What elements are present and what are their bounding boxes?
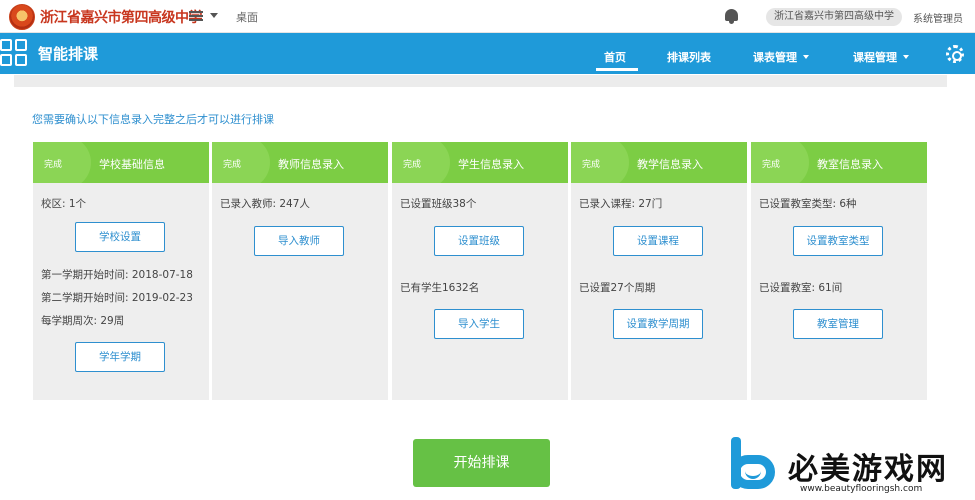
card-classroom-info: 完成 教室信息录入 已设置教室类型: 6种 设置教室类型 已设置教室: 61间 …	[751, 142, 927, 400]
chevron-down-icon	[803, 55, 809, 59]
student-count: 已有学生1632名	[400, 282, 480, 294]
set-teaching-cycle-button[interactable]: 设置教学周期	[613, 309, 703, 339]
status-badge: 完成	[403, 160, 422, 170]
menu-list-icon[interactable]	[189, 9, 205, 23]
status-badge: 完成	[762, 160, 781, 170]
card-title: 学校基础信息	[99, 158, 165, 171]
nav-timetable-management[interactable]: 课表管理	[753, 49, 809, 65]
import-students-button[interactable]: 导入学生	[434, 309, 524, 339]
content-header-strip	[14, 75, 947, 87]
card-teacher-info: 完成 教师信息录入 已录入教师: 247人 导入教师	[212, 142, 388, 400]
card-title: 教室信息录入	[817, 158, 883, 171]
gear-icon[interactable]	[946, 45, 964, 63]
nav-course-label: 课程管理	[853, 51, 897, 64]
chevron-down-icon[interactable]	[210, 13, 218, 18]
set-classes-button[interactable]: 设置班级	[434, 226, 524, 256]
set-courses-button[interactable]: 设置课程	[613, 226, 703, 256]
import-teachers-button[interactable]: 导入教师	[254, 226, 344, 256]
second-term-start: 第二学期开始时间: 2019-02-23	[41, 292, 193, 304]
card-header: 完成 教室信息录入	[751, 142, 927, 183]
school-settings-button[interactable]: 学校设置	[75, 222, 165, 252]
first-term-start: 第一学期开始时间: 2018-07-18	[41, 269, 193, 281]
set-classroom-types-button[interactable]: 设置教室类型	[793, 226, 883, 256]
watermark-url: www.beautyflooringsh.com	[800, 484, 923, 494]
status-badge: 完成	[223, 160, 242, 170]
status-badge: 完成	[44, 160, 63, 170]
school-selector[interactable]: 浙江省嘉兴市第四高级中学	[766, 8, 902, 26]
card-header: 完成 教学信息录入	[571, 142, 747, 183]
app-grid-icon	[0, 39, 28, 67]
user-menu[interactable]: 系统管理员	[913, 10, 963, 25]
teacher-count: 已录入教师: 247人	[220, 198, 310, 210]
school-logo	[9, 4, 35, 30]
nav-home[interactable]: 首页	[604, 49, 626, 65]
card-title: 教学信息录入	[637, 158, 703, 171]
weeks-per-term: 每学期周次: 29周	[41, 315, 125, 327]
class-count: 已设置班级38个	[400, 198, 477, 210]
watermark-logo	[727, 437, 777, 489]
nav-course-management[interactable]: 课程管理	[853, 49, 909, 65]
school-name: 浙江省嘉兴市第四高级中学	[40, 10, 203, 26]
card-header: 完成 学生信息录入	[392, 142, 568, 183]
card-title: 学生信息录入	[458, 158, 524, 171]
desktop-link[interactable]: 桌面	[236, 9, 258, 25]
chevron-down-icon	[903, 55, 909, 59]
main-nav-bar	[0, 33, 975, 74]
card-student-info: 完成 学生信息录入 已设置班级38个 设置班级 已有学生1632名 导入学生	[392, 142, 568, 400]
nav-active-indicator	[596, 68, 638, 71]
card-school-basic-info: 完成 学校基础信息 校区: 1个 学校设置 第一学期开始时间: 2018-07-…	[33, 142, 209, 400]
classroom-type-count: 已设置教室类型: 6种	[759, 198, 857, 210]
course-count: 已录入课程: 27门	[579, 198, 663, 210]
bell-icon[interactable]	[724, 8, 739, 24]
start-scheduling-button[interactable]: 开始排课	[413, 439, 550, 487]
nav-schedule-list[interactable]: 排课列表	[667, 49, 711, 65]
notice-text: 您需要确认以下信息录入完整之后才可以进行排课	[32, 113, 274, 126]
nav-timetable-label: 课表管理	[753, 51, 797, 64]
card-header: 完成 教师信息录入	[212, 142, 388, 183]
top-bar: 浙江省嘉兴市第四高级中学 桌面 浙江省嘉兴市第四高级中学 系统管理员	[0, 0, 975, 33]
classroom-count: 已设置教室: 61间	[759, 282, 843, 294]
card-teaching-info: 完成 教学信息录入 已录入课程: 27门 设置课程 已设置27个周期 设置教学周…	[571, 142, 747, 400]
watermark-text: 必美游戏网	[788, 452, 948, 487]
campus-count: 校区: 1个	[41, 198, 87, 210]
app-title: 智能排课	[38, 45, 99, 63]
card-header: 完成 学校基础信息	[33, 142, 209, 183]
school-year-term-button[interactable]: 学年学期	[75, 342, 165, 372]
card-title: 教师信息录入	[278, 158, 344, 171]
classroom-management-button[interactable]: 教室管理	[793, 309, 883, 339]
cycle-count: 已设置27个周期	[579, 282, 656, 294]
status-badge: 完成	[582, 160, 601, 170]
